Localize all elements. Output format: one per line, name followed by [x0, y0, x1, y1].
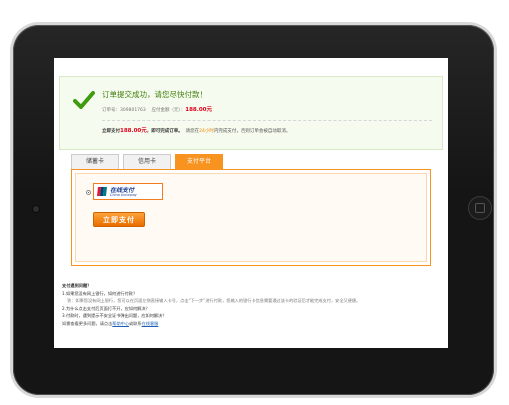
- home-button[interactable]: [468, 196, 492, 220]
- help-answer-1: 答：如果您没有网上银行，您可以在页面左侧直接输入卡号，点击“下一步”进行付款，您…: [67, 298, 361, 304]
- help-title: 支付遇到问题？: [62, 283, 92, 288]
- help-question-2: 2.为什么点击支付后页面打不开，应如何解决？: [62, 305, 150, 311]
- tab-credit-card[interactable]: 信用卡: [123, 154, 171, 169]
- help-center-link[interactable]: 帮助中心: [112, 321, 129, 326]
- payment-notice: 立即支付188.00元，即可完成订单。 请您在24小时内完成支付，否则订单会被自…: [102, 126, 290, 134]
- help-footer-mid: 或联系: [129, 320, 142, 326]
- amount-value: 188.00元: [185, 107, 212, 113]
- unionpay-sub: China Unionpay: [110, 193, 137, 197]
- order-success-box: 订单提交成功，请您尽快付款！ 订单号：309801763 应付金额（元）：188…: [59, 76, 443, 150]
- tab-payment-platform[interactable]: 支付平台: [175, 154, 223, 170]
- pay-now-suffix: ，即可完成订单。: [146, 129, 183, 134]
- divider: [102, 120, 432, 121]
- unionpay-radio[interactable]: [86, 190, 91, 195]
- unionpay-logo-icon: [97, 187, 107, 196]
- order-no: 309801763: [120, 108, 146, 113]
- pay-now-button[interactable]: 立即支付: [93, 212, 145, 227]
- camera-icon: [33, 206, 39, 212]
- success-title: 订单提交成功，请您尽快付款！: [102, 90, 207, 99]
- notice-suffix: 内完成支付，否则订单会被自动取消。: [213, 129, 291, 134]
- online-service-link[interactable]: 在线客服: [142, 321, 159, 326]
- help-question-1: 1.如果您没有网上银行，如何进行付款？: [62, 290, 138, 296]
- notice-hours: 24小时: [199, 129, 214, 134]
- pay-now-label: 立即支付: [102, 129, 120, 134]
- payment-panel: 在线支付 China Unionpay 立即支付: [71, 169, 431, 266]
- tab-debit-card[interactable]: 储蓄卡: [71, 154, 119, 169]
- screen: 订单提交成功，请您尽快付款！ 订单号：309801763 应付金额（元）：188…: [54, 58, 448, 348]
- notice-prefix: 请您在: [185, 129, 200, 134]
- help-question-3: 3.付款时，遇到提示不安全证书弹出问题，应如何解决？: [62, 313, 167, 319]
- help-footer: 如需查看更多问题，请点击帮助中心或联系在线客服: [62, 320, 442, 328]
- help-section: 支付遇到问题？ 1.如果您没有网上银行，如何进行付款？ 答：如果您没有网上银行，…: [62, 282, 442, 328]
- amount-label: 应付金额（元）：: [151, 108, 186, 113]
- checkmark-icon: [73, 91, 95, 109]
- unionpay-option[interactable]: 在线支付 China Unionpay: [93, 183, 163, 200]
- order-no-label: 订单号：: [102, 108, 120, 113]
- payment-panel-inner: 在线支付 China Unionpay 立即支付: [75, 173, 427, 262]
- help-footer-prefix: 如需查看更多问题，请点击: [62, 320, 113, 326]
- order-info: 订单号：309801763 应付金额（元）：188.00元: [102, 105, 212, 113]
- pay-now-amount: 188.00元: [120, 128, 147, 134]
